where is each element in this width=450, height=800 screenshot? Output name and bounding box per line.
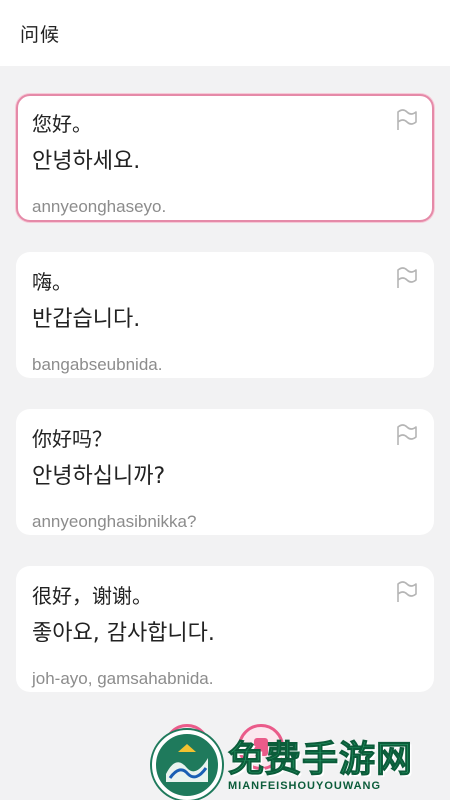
phrase-chinese: 嗨。 [32, 270, 72, 294]
phrase-card[interactable]: 嗨。 반갑습니다. bangabseubnida. [16, 252, 434, 378]
phrase-korean: 좋아요, 감사합니다. [32, 621, 215, 646]
watermark-logo [152, 730, 222, 800]
bottom-controls: 免费手游网 MIANFEISHOUYOUWANG [0, 706, 450, 800]
phrase-chinese: 您好。 [32, 112, 92, 136]
watermark-emblem-icon [158, 736, 216, 794]
phrase-chinese: 很好，谢谢。 [32, 584, 152, 608]
phrase-korean: 안녕하세요. [32, 149, 141, 174]
phrase-korean: 반갑습니다. [32, 307, 141, 332]
watermark-title: 免费手游网 [227, 739, 414, 781]
flag-icon[interactable] [394, 264, 420, 290]
phrase-card[interactable]: 很好，谢谢。 좋아요, 감사합니다. joh-ayo, gamsahabnida… [16, 566, 434, 692]
phrase-korean: 안녕하십니까? [32, 464, 166, 489]
phrase-romanization: annyeonghasibnikka? [32, 512, 197, 531]
phrase-card[interactable]: 你好吗？ 안녕하십니까? annyeonghasibnikka? [16, 409, 434, 535]
page-title: 问候 [20, 23, 61, 46]
phrase-chinese: 你好吗？ [32, 427, 112, 451]
top-bar: 问候 [0, 0, 450, 66]
watermark-subtitle: MIANFEISHOUYOUWANG [228, 780, 382, 792]
phrase-romanization: annyeonghaseyo. [32, 197, 167, 216]
flag-icon[interactable] [394, 106, 420, 132]
phrase-card[interactable]: 您好。 안녕하세요. annyeonghaseyo. [16, 94, 434, 222]
phrase-romanization: bangabseubnida. [32, 355, 163, 374]
flag-icon[interactable] [394, 421, 420, 447]
phrase-romanization: joh-ayo, gamsahabnida. [32, 669, 214, 688]
flag-icon[interactable] [394, 578, 420, 604]
